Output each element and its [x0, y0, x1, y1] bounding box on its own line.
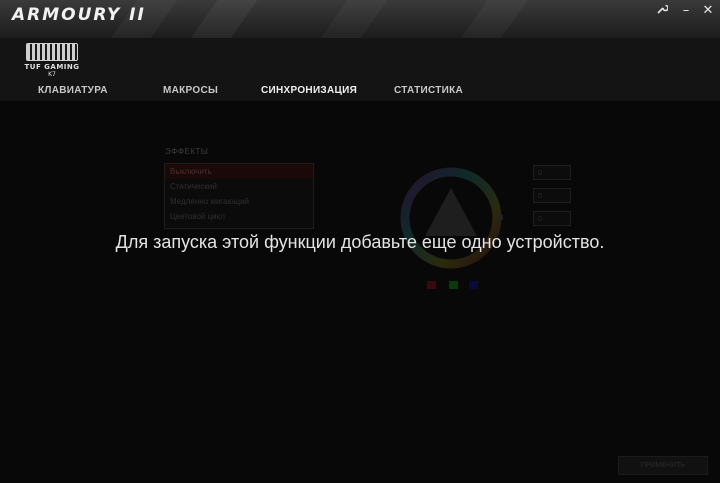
red-swatch[interactable]	[427, 281, 436, 289]
close-button[interactable]: ✕	[699, 3, 717, 19]
blue-swatch[interactable]	[469, 281, 478, 289]
device-logo[interactable]: TUF GAMING K7	[24, 43, 80, 78]
title-bar: ARMOURY II – ✕	[0, 0, 720, 38]
device-header: TUF GAMING K7 КЛАВИАТУРА МАКРОСЫ СИНХРОН…	[0, 38, 720, 103]
red-value-field[interactable]: 0	[533, 165, 571, 180]
device-model: K7	[48, 71, 56, 78]
title-decoration	[438, 0, 542, 38]
sync-unavailable-message: Для запуска этой функции добавьте еще од…	[115, 232, 605, 252]
tab-macros[interactable]: МАКРОСЫ	[163, 85, 218, 99]
title-decoration	[298, 0, 401, 38]
effect-breathing[interactable]: Медленно мигающий	[165, 194, 313, 209]
tab-bar: КЛАВИАТУРА МАКРОСЫ СИНХРОНИЗАЦИЯ СТАТИСТ…	[0, 82, 720, 103]
tab-sync[interactable]: СИНХРОНИЗАЦИЯ	[261, 85, 358, 103]
blue-value-field[interactable]: 0	[533, 211, 571, 226]
title-decoration	[168, 0, 272, 38]
green-value-field[interactable]: 0	[533, 188, 571, 203]
sync-panel: ЭФФЕКТЫ Выключить Статический Медленно м…	[0, 101, 720, 483]
device-brand: TUF GAMING	[24, 63, 80, 71]
tab-statistics[interactable]: СТАТИСТИКА	[394, 85, 463, 99]
color-wheel[interactable]	[398, 163, 504, 273]
green-swatch[interactable]	[449, 281, 458, 289]
hue-handle	[498, 215, 503, 220]
keyboard-icon	[26, 43, 78, 61]
effects-list: Выключить Статический Медленно мигающий …	[164, 163, 314, 229]
effect-static[interactable]: Статический	[165, 179, 313, 194]
tab-keyboard[interactable]: КЛАВИАТУРА	[38, 85, 108, 99]
app-logo: ARMOURY II	[12, 5, 146, 25]
minimize-button[interactable]: –	[677, 3, 695, 19]
effects-title: ЭФФЕКТЫ	[165, 147, 209, 156]
effect-color-cycle[interactable]: Цветовой цикл	[165, 209, 313, 224]
saturation-triangle	[425, 188, 477, 236]
wrench-icon[interactable]	[653, 3, 671, 19]
effect-off[interactable]: Выключить	[165, 164, 313, 179]
apply-button[interactable]: ПРИМЕНИТЬ	[618, 456, 708, 475]
